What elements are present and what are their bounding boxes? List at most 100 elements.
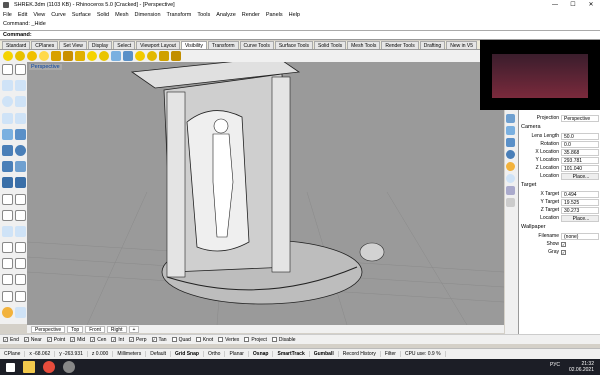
perspective-viewport[interactable]: [27, 62, 504, 325]
osnap-near-checkbox[interactable]: ✓: [23, 337, 29, 342]
swap-hidden-icon[interactable]: [39, 51, 49, 61]
command-input[interactable]: Command:: [0, 31, 600, 40]
show-checkbox[interactable]: ✓: [561, 241, 566, 247]
osnap-disable[interactable]: Disable: [271, 337, 296, 343]
osnap-disable-checkbox[interactable]: [271, 337, 277, 342]
unlock-icon[interactable]: [63, 51, 73, 61]
tab-surface-tools[interactable]: Surface Tools: [274, 41, 314, 49]
point-icon[interactable]: [15, 64, 26, 75]
osnap-int[interactable]: ✓ Int: [111, 337, 124, 343]
layers-icon[interactable]: [506, 126, 515, 135]
smarttrack-toggle[interactable]: SmartTrack: [273, 351, 310, 357]
add-viewport-tab-button[interactable]: +: [128, 325, 140, 333]
show-layer-icon[interactable]: [135, 51, 145, 61]
osnap-vertex[interactable]: Vertex: [218, 337, 239, 343]
cplane-indicator[interactable]: CPlane: [0, 351, 26, 357]
tab-standard[interactable]: Standard: [2, 41, 31, 49]
menu-view[interactable]: View: [33, 12, 45, 18]
minimize-button[interactable]: —: [546, 0, 564, 10]
menu-surface[interactable]: Surface: [72, 12, 91, 18]
rhino-taskbar-icon[interactable]: [63, 361, 75, 373]
lock-icon[interactable]: [51, 51, 61, 61]
viewport-title[interactable]: Perspective: [29, 64, 62, 70]
show-lightbulb-icon[interactable]: [3, 51, 13, 61]
file-explorer-icon[interactable]: [23, 361, 35, 373]
isolate-icon[interactable]: [87, 51, 97, 61]
rotate-icon[interactable]: [2, 258, 13, 270]
extrude-icon[interactable]: [15, 128, 26, 140]
maximize-button[interactable]: ☐: [564, 0, 582, 10]
place-location-button[interactable]: Place...: [561, 172, 599, 180]
menu-help[interactable]: Help: [289, 12, 300, 18]
osnap-quad-checkbox[interactable]: [171, 337, 177, 342]
arc-icon[interactable]: [15, 96, 26, 108]
menu-analyze[interactable]: Analyze: [216, 12, 236, 18]
osnap-project-checkbox[interactable]: [244, 337, 250, 342]
tab-render-tools[interactable]: Render Tools: [381, 41, 419, 49]
osnap-mid[interactable]: ✓ Mid: [70, 337, 85, 343]
record-history-toggle[interactable]: Record History: [339, 351, 381, 357]
tab-curve-tools[interactable]: Curve Tools: [239, 41, 274, 49]
curve-icon[interactable]: [15, 80, 26, 92]
environment-icon[interactable]: [506, 186, 515, 195]
select-arrow-icon[interactable]: [2, 64, 13, 75]
boolean-union-icon[interactable]: [2, 177, 13, 189]
osnap-knot[interactable]: Knot: [195, 337, 213, 343]
gray-checkbox[interactable]: ✓: [561, 249, 566, 255]
menu-dimension[interactable]: Dimension: [135, 12, 161, 18]
menu-edit[interactable]: Edit: [18, 12, 27, 18]
osnap-near[interactable]: ✓ Near: [23, 337, 42, 343]
hide-points-icon[interactable]: [111, 51, 121, 61]
join-icon[interactable]: [2, 225, 13, 237]
display-icon[interactable]: [506, 138, 515, 147]
mesh-icon[interactable]: [15, 161, 26, 173]
close-button[interactable]: ✕: [582, 0, 600, 10]
lens-input[interactable]: 50.0: [561, 132, 599, 140]
osnap-perp-checkbox[interactable]: ✓: [128, 337, 134, 342]
menu-file[interactable]: File: [3, 12, 12, 18]
text-icon[interactable]: [15, 290, 26, 302]
menu-render[interactable]: Render: [242, 12, 260, 18]
surface-icon[interactable]: [2, 128, 13, 140]
dimension-icon[interactable]: [2, 290, 13, 302]
menu-solid[interactable]: Solid: [97, 12, 109, 18]
grid-snap-toggle[interactable]: Grid Snap: [171, 351, 204, 357]
array-icon[interactable]: [15, 274, 26, 286]
menu-panels[interactable]: Panels: [266, 12, 283, 18]
trim-icon[interactable]: [2, 209, 13, 221]
lock-layer-icon[interactable]: [159, 51, 169, 61]
osnap-vertex-checkbox[interactable]: [218, 337, 224, 342]
fillet-icon[interactable]: [2, 193, 13, 205]
x-location-input[interactable]: 35.868: [561, 148, 599, 156]
ground-plane-icon[interactable]: [506, 198, 515, 207]
cylinder-icon[interactable]: [2, 161, 13, 173]
tab-select[interactable]: Select: [113, 41, 136, 49]
osnap-toggle[interactable]: Osnap: [249, 351, 274, 357]
sphere-icon[interactable]: [15, 144, 26, 156]
tab-perspective[interactable]: Perspective: [31, 325, 66, 333]
osnap-quad[interactable]: Quad: [171, 337, 191, 343]
osnap-cen-checkbox[interactable]: ✓: [90, 337, 96, 342]
y-target-input[interactable]: 19.525: [561, 198, 599, 206]
split-icon[interactable]: [15, 209, 26, 221]
rectangle-icon[interactable]: [2, 112, 13, 124]
osnap-project[interactable]: Project: [244, 337, 267, 343]
tab-visibility[interactable]: Visibility: [180, 41, 207, 49]
explode-icon[interactable]: [15, 225, 26, 237]
box-icon[interactable]: [2, 144, 13, 156]
filter-button[interactable]: Filter: [381, 351, 401, 357]
tab-cplanes[interactable]: CPlanes: [31, 41, 59, 49]
windows-start-icon[interactable]: [6, 362, 15, 372]
language-indicator[interactable]: РУС: [550, 362, 560, 368]
menu-tools[interactable]: Tools: [197, 12, 210, 18]
osnap-point-checkbox[interactable]: ✓: [46, 337, 52, 342]
unlock-layer-icon[interactable]: [171, 51, 181, 61]
menu-curve[interactable]: Curve: [51, 12, 66, 18]
polygon-icon[interactable]: [15, 112, 26, 124]
rotation-input[interactable]: 0.0: [561, 140, 599, 148]
mirror-icon[interactable]: [2, 274, 13, 286]
tab-front[interactable]: Front: [85, 325, 105, 333]
x-target-input[interactable]: 0.494: [561, 190, 599, 198]
menu-transform[interactable]: Transform: [167, 12, 192, 18]
tab-drafting[interactable]: Drafting: [419, 41, 446, 49]
